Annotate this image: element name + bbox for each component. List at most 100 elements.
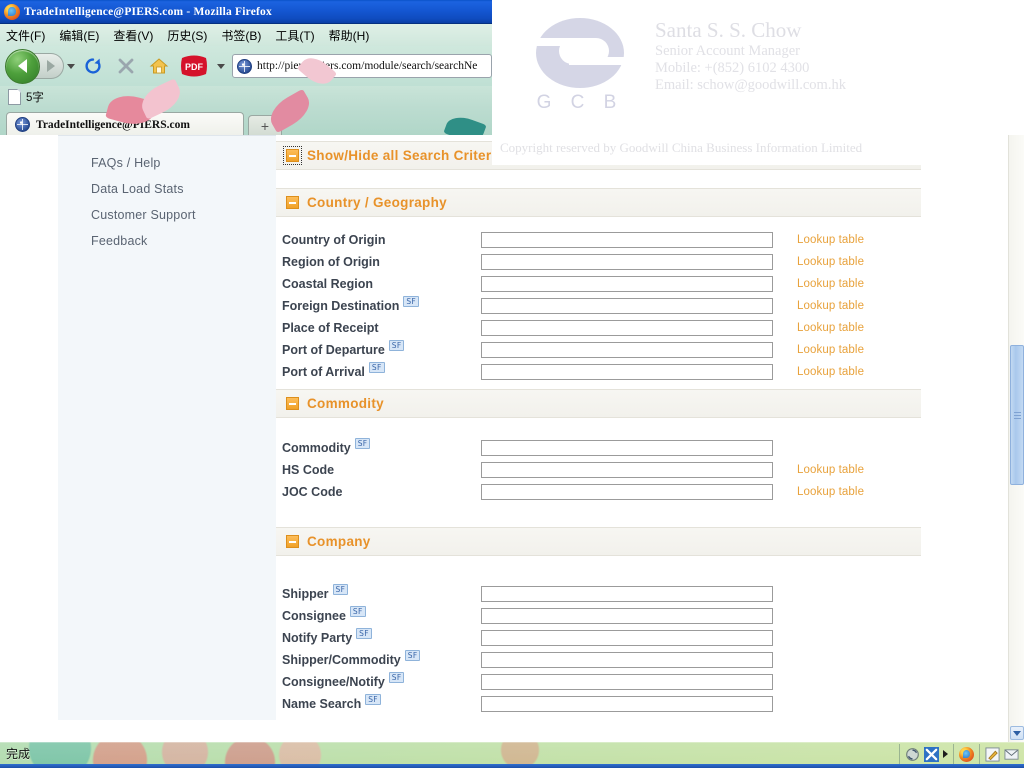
- field-row-region-of-origin: Region of Origin Lookup table: [276, 251, 976, 273]
- consignee-input[interactable]: [481, 608, 773, 624]
- field-row-name-search: Name Search SF: [276, 693, 976, 715]
- gcb-mark-icon: [536, 18, 626, 88]
- foreign-destination-input[interactable]: [481, 298, 773, 314]
- place-of-receipt-input[interactable]: [481, 320, 773, 336]
- chevron-down-icon: [1013, 730, 1021, 736]
- coastal-region-input[interactable]: [481, 276, 773, 292]
- scrollbar-thumb[interactable]: [1010, 345, 1024, 485]
- bookmark-item-label[interactable]: 5字: [26, 89, 44, 105]
- lookup-table-link[interactable]: Lookup table: [797, 322, 864, 334]
- sync-icon[interactable]: [905, 747, 920, 762]
- menu-item-view[interactable]: 查看(V): [113, 27, 153, 44]
- tab-bar: TradeIntelligence@PIERS.com +: [0, 108, 492, 135]
- menu-item-file[interactable]: 文件(F): [6, 27, 45, 44]
- url-bar[interactable]: http://piersti.piers.com/module/search/s…: [232, 54, 492, 78]
- menu-item-bookmarks[interactable]: 书签(B): [221, 27, 261, 44]
- sidebar-item-feedback[interactable]: Feedback: [58, 228, 276, 254]
- shipper-commodity-input[interactable]: [481, 652, 773, 668]
- minus-box-icon[interactable]: [286, 535, 299, 548]
- joc-code-input[interactable]: [481, 484, 773, 500]
- chevron-down-icon[interactable]: [67, 63, 75, 69]
- sf-badge-icon[interactable]: SF: [403, 295, 420, 307]
- sf-badge-icon[interactable]: SF: [365, 693, 381, 705]
- lookup-table-link[interactable]: Lookup table: [797, 234, 864, 246]
- sf-badge-icon[interactable]: SF: [354, 437, 371, 449]
- region-of-origin-input[interactable]: [481, 254, 773, 270]
- sf-badge-icon[interactable]: SF: [368, 361, 385, 373]
- consignee-notify-input[interactable]: [481, 674, 773, 690]
- tray-group-3: [979, 744, 1024, 764]
- section-title: Country / Geography: [307, 195, 447, 210]
- stop-icon: [118, 58, 134, 74]
- field-label: Consignee/Notify SF: [276, 671, 481, 689]
- sf-badge-icon[interactable]: SF: [332, 583, 349, 595]
- pdf-dropdown-chevron-icon[interactable]: [217, 63, 225, 69]
- field-row-place-of-receipt: Place of Receipt Lookup table: [276, 317, 976, 339]
- field-label: Region of Origin: [282, 255, 380, 269]
- home-button[interactable]: [144, 51, 174, 81]
- section-header-country-geography[interactable]: Country / Geography: [276, 188, 921, 217]
- sidebar-item-faqs-help[interactable]: FAQs / Help: [58, 150, 276, 176]
- sidebar-item-data-load-stats[interactable]: Data Load Stats: [58, 176, 276, 202]
- notify-party-input[interactable]: [481, 630, 773, 646]
- menu-item-help[interactable]: 帮助(H): [329, 27, 370, 44]
- field-row-consignee-notify: Consignee/Notify SF: [276, 671, 976, 693]
- tray-overflow-arrow-icon[interactable]: [943, 750, 948, 758]
- forward-arrow-icon: [47, 60, 55, 72]
- port-of-arrival-input[interactable]: [481, 364, 773, 380]
- mail-envelope-icon[interactable]: [1004, 747, 1019, 762]
- window-titlebar: TradeIntelligence@PIERS.com - Mozilla Fi…: [0, 0, 492, 24]
- minus-box-icon[interactable]: [283, 146, 302, 165]
- sf-badge-icon[interactable]: SF: [356, 627, 372, 639]
- edit-pencil-icon[interactable]: [985, 746, 1000, 762]
- menu-item-history[interactable]: 历史(S): [167, 27, 207, 44]
- stop-button[interactable]: [111, 51, 141, 81]
- minus-box-icon[interactable]: [286, 397, 299, 410]
- field-label: Notify Party SF: [276, 627, 481, 645]
- country-of-origin-input[interactable]: [481, 232, 773, 248]
- reload-button[interactable]: [78, 51, 108, 81]
- site-favicon-icon: [237, 58, 252, 74]
- hs-code-input[interactable]: [481, 462, 773, 478]
- field-label: Commodity SF: [276, 437, 481, 455]
- section-fields-country-geography: Country of Origin Lookup table Region of…: [276, 217, 976, 389]
- section-header-commodity[interactable]: Commodity: [276, 389, 921, 418]
- lookup-table-link[interactable]: Lookup table: [797, 366, 864, 378]
- svg-text:PDF: PDF: [185, 62, 204, 72]
- shipper-input[interactable]: [481, 586, 773, 602]
- sidebar-item-customer-support[interactable]: Customer Support: [58, 202, 276, 228]
- sf-badge-icon[interactable]: SF: [388, 671, 405, 683]
- vertical-scrollbar[interactable]: [1008, 135, 1024, 742]
- section-header-company[interactable]: Company: [276, 527, 921, 556]
- field-label: Coastal Region: [282, 277, 373, 291]
- contact-email: Email: schow@goodwill.com.hk: [655, 77, 846, 93]
- port-of-departure-input[interactable]: [481, 342, 773, 358]
- menu-item-edit[interactable]: 编辑(E): [59, 27, 99, 44]
- contact-details: Santa S. S. Chow Senior Account Manager …: [655, 18, 846, 94]
- pdf-button[interactable]: PDF: [177, 51, 211, 81]
- back-forward-group: [5, 48, 75, 84]
- menu-item-tools[interactable]: 工具(T): [275, 27, 314, 44]
- field-row-joc-code: JOC Code Lookup table: [276, 481, 976, 503]
- sf-badge-icon[interactable]: SF: [349, 605, 366, 617]
- field-row-country-of-origin: Country of Origin Lookup table: [276, 229, 976, 251]
- gcb-logo-letters: G C B: [536, 92, 624, 113]
- minus-box-icon[interactable]: [286, 196, 299, 209]
- field-label: Country of Origin: [282, 233, 386, 247]
- lookup-table-link[interactable]: Lookup table: [797, 464, 864, 476]
- scissors-icon[interactable]: [924, 746, 939, 762]
- sf-badge-icon[interactable]: SF: [404, 649, 421, 661]
- name-search-input[interactable]: [481, 696, 773, 712]
- scrollbar-down-button[interactable]: [1010, 726, 1024, 740]
- field-label: Port of Departure SF: [276, 339, 481, 357]
- firefox-icon[interactable]: [959, 746, 974, 762]
- lookup-table-link[interactable]: Lookup table: [797, 278, 864, 290]
- lookup-table-link[interactable]: Lookup table: [797, 256, 864, 268]
- commodity-input[interactable]: [481, 440, 773, 456]
- back-button[interactable]: [5, 48, 40, 84]
- field-row-coastal-region: Coastal Region Lookup table: [276, 273, 976, 295]
- sf-badge-icon[interactable]: SF: [388, 339, 405, 351]
- lookup-table-link[interactable]: Lookup table: [797, 344, 864, 356]
- lookup-table-link[interactable]: Lookup table: [797, 300, 864, 312]
- lookup-table-link[interactable]: Lookup table: [797, 486, 864, 498]
